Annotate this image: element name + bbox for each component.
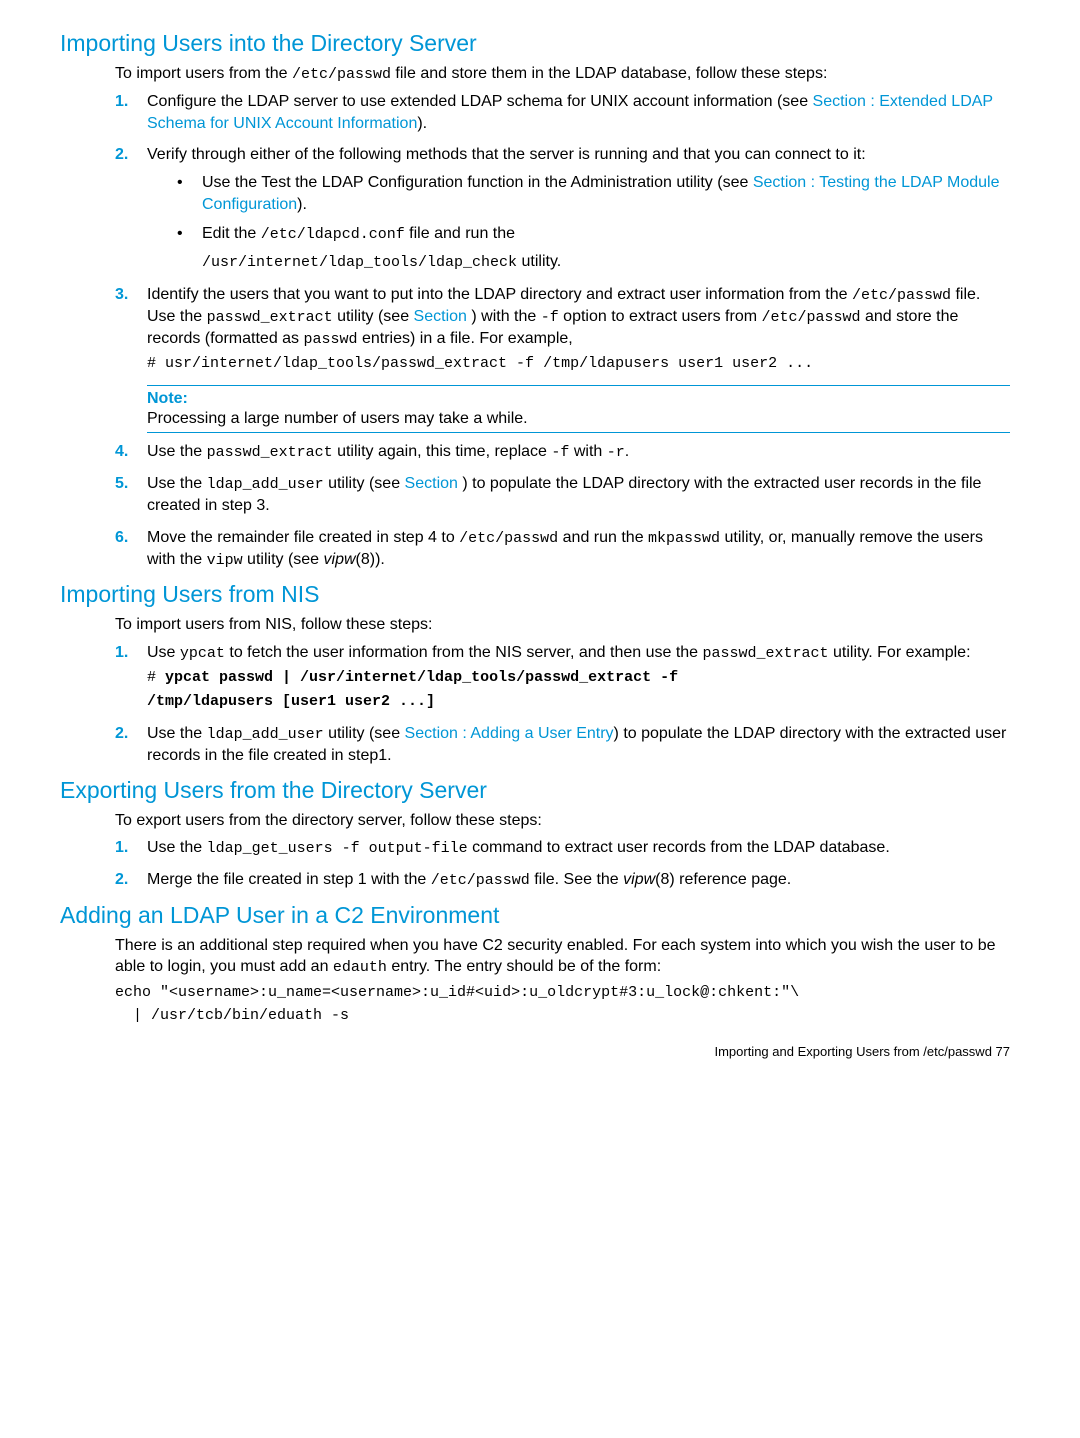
step-2: Verify through either of the following m… [115,144,1010,273]
link-adding-user[interactable]: Section : Adding a User Entry [405,725,614,742]
heading-exporting: Exporting Users from the Directory Serve… [60,777,1010,804]
note-text: Processing a large number of users may t… [147,410,1010,428]
step-3: Identify the users that you want to put … [115,284,1010,375]
export-step-2: Merge the file created in step 1 with th… [115,869,1010,891]
steps-importing-dir-cont: Use the passwd_extract utility again, th… [115,441,1010,572]
page-footer: Importing and Exporting Users from /etc/… [60,1044,1010,1059]
bullet-edit-file: Edit the /etc/ldapcd.conf file and run t… [177,223,1010,274]
heading-importing-nis: Importing Users from NIS [60,581,1010,608]
nis-step-1: Use ypcat to fetch the user information … [115,642,1010,713]
export-intro: To export users from the directory serve… [115,810,1010,832]
link-section-step5[interactable]: Section [405,475,463,492]
export-step-1: Use the ldap_get_users -f output-file co… [115,837,1010,859]
link-section-step3[interactable]: Section [414,308,472,325]
c2-code-1: echo "<username>:u_name=<username>:u_id#… [115,984,1010,1001]
steps-importing-dir: Configure the LDAP server to use extende… [115,91,1010,374]
step-4: Use the passwd_extract utility again, th… [115,441,1010,463]
step-6: Move the remainder file created in step … [115,527,1010,572]
steps-nis: Use ypcat to fetch the user information … [115,642,1010,767]
step2-bullets: Use the Test the LDAP Configuration func… [147,172,1010,274]
note-block: Note: Processing a large number of users… [147,385,1010,433]
step-5: Use the ldap_add_user utility (see Secti… [115,473,1010,517]
c2-intro: There is an additional step required whe… [115,935,1010,979]
nis-code-1: # ypcat passwd | /usr/internet/ldap_tool… [147,668,1010,688]
code-extract: # usr/internet/ldap_tools/passwd_extract… [147,354,1010,374]
note-label: Note: [147,390,1010,408]
note-rule-bottom [147,432,1010,433]
steps-export: Use the ldap_get_users -f output-file co… [115,837,1010,892]
intro-para: To import users from the /etc/passwd fil… [115,63,1010,85]
bullet-test-config: Use the Test the LDAP Configuration func… [177,172,1010,215]
heading-importing-dir: Importing Users into the Directory Serve… [60,30,1010,57]
nis-step-2: Use the ldap_add_user utility (see Secti… [115,723,1010,767]
note-rule-top [147,385,1010,386]
page-content: Importing Users into the Directory Serve… [0,0,1080,1079]
nis-code-2: /tmp/ldapusers [user1 user2 ...] [147,692,1010,712]
step-1: Configure the LDAP server to use extende… [115,91,1010,134]
c2-code-2: | /usr/tcb/bin/eduath -s [115,1007,1010,1024]
nis-intro: To import users from NIS, follow these s… [115,614,1010,636]
heading-c2: Adding an LDAP User in a C2 Environment [60,902,1010,929]
